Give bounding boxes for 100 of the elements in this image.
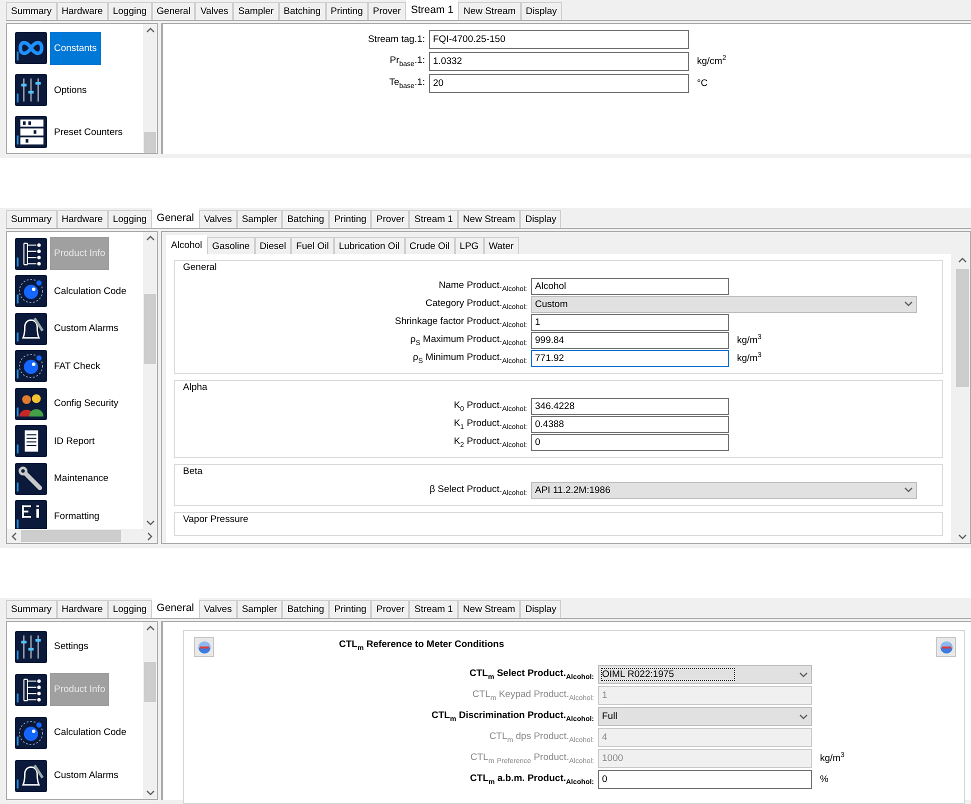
field-label: CTL$_{m}$ Select Product.$_{Alcohol:}$ bbox=[468, 668, 594, 681]
tab[interactable]: Crude Oil bbox=[404, 237, 455, 254]
scroll-thumb[interactable] bbox=[144, 662, 156, 702]
tab[interactable]: Summary bbox=[6, 210, 57, 228]
tab[interactable]: Summary bbox=[6, 2, 57, 20]
tab[interactable]: Gasoline bbox=[207, 237, 255, 254]
sidebar-item[interactable]: Options bbox=[50, 74, 91, 106]
tab[interactable]: Valves bbox=[199, 600, 237, 618]
scroll-up-icon[interactable] bbox=[146, 27, 154, 33]
sidebar-item[interactable]: Config Security bbox=[50, 387, 122, 420]
unit-label: kg/m$^{3}$ bbox=[737, 334, 762, 346]
tab[interactable]: Sampler bbox=[236, 600, 282, 618]
tab[interactable]: Stream 1 bbox=[409, 600, 458, 618]
sidebar-item[interactable]: FAT Check bbox=[50, 350, 104, 383]
tab[interactable]: Valves bbox=[195, 2, 234, 20]
tab[interactable]: Printing bbox=[329, 210, 372, 228]
tab[interactable]: New Stream bbox=[458, 2, 521, 20]
tab[interactable]: Water bbox=[484, 237, 519, 254]
tab[interactable]: Prover bbox=[371, 600, 410, 618]
text-field[interactable]: 346.4228 bbox=[531, 398, 729, 414]
sidebar-item[interactable]: Calculation Code bbox=[50, 716, 130, 749]
scroll-thumb[interactable] bbox=[21, 530, 121, 542]
collapse-button[interactable] bbox=[194, 637, 214, 657]
sidebar-item[interactable]: Settings bbox=[50, 630, 92, 663]
sidebar-item[interactable]: Calculation Code bbox=[50, 274, 130, 308]
scroll-up-icon[interactable] bbox=[958, 257, 967, 263]
tab[interactable]: Fuel Oil bbox=[291, 237, 334, 254]
tab[interactable]: Batching bbox=[282, 600, 330, 618]
bell-icon bbox=[15, 760, 47, 792]
scroll-thumb[interactable] bbox=[144, 294, 156, 364]
tab[interactable]: Display bbox=[520, 600, 562, 618]
sidebar-item[interactable]: ID Report bbox=[50, 424, 99, 458]
tab[interactable]: Batching bbox=[282, 210, 330, 228]
tab[interactable]: Hardware bbox=[56, 600, 108, 618]
text-field[interactable]: 0.4388 bbox=[531, 416, 729, 432]
tab[interactable]: Stream 1 bbox=[409, 210, 458, 228]
sidebar-item[interactable]: Maintenance bbox=[50, 462, 112, 496]
scrollbar[interactable] bbox=[143, 24, 157, 153]
text-field[interactable]: 999.84 bbox=[531, 332, 729, 348]
tab[interactable]: Printing bbox=[329, 600, 372, 618]
text-field[interactable]: 0 bbox=[531, 434, 729, 450]
text-field[interactable]: 1.0332 bbox=[429, 52, 689, 70]
tab[interactable]: New Stream bbox=[458, 600, 520, 618]
text-field[interactable]: Alcohol bbox=[531, 278, 729, 294]
tab[interactable]: Logging bbox=[108, 210, 152, 228]
tab[interactable]: Display bbox=[520, 210, 562, 228]
sidebar-item[interactable]: Custom Alarms bbox=[50, 312, 122, 346]
scrollbar[interactable] bbox=[143, 622, 157, 799]
field-label: Pr$_{base}$.1: bbox=[388, 54, 425, 68]
dropdown[interactable]: Custom bbox=[531, 296, 917, 312]
tab[interactable]: Summary bbox=[6, 600, 57, 618]
text-field[interactable]: FQI-4700.25-150 bbox=[429, 30, 689, 48]
dropdown[interactable]: Full bbox=[598, 707, 812, 726]
scroll-down-icon[interactable] bbox=[146, 520, 154, 526]
chevron-icon bbox=[904, 487, 913, 493]
tab[interactable]: Printing bbox=[326, 2, 368, 20]
tab[interactable]: Valves bbox=[199, 210, 237, 228]
scroll-down-icon[interactable] bbox=[146, 790, 154, 796]
scroll-up-icon[interactable] bbox=[146, 235, 154, 241]
dropdown[interactable]: OIML R022:1975 bbox=[598, 665, 812, 684]
tab[interactable]: Display bbox=[520, 2, 562, 20]
sidebar-item[interactable]: Constants bbox=[50, 32, 101, 64]
text-field[interactable]: 1 bbox=[531, 314, 729, 330]
tab[interactable]: Sampler bbox=[236, 210, 282, 228]
scrollbar[interactable] bbox=[7, 529, 157, 543]
tab[interactable]: Alcohol bbox=[166, 235, 208, 254]
tab[interactable]: Diesel bbox=[254, 237, 292, 254]
tab[interactable]: Prover bbox=[371, 210, 410, 228]
sidebar-item[interactable]: Custom Alarms bbox=[50, 759, 122, 792]
tab[interactable]: General bbox=[152, 597, 200, 618]
scrollbar[interactable] bbox=[143, 232, 157, 529]
tab[interactable]: Logging bbox=[108, 2, 152, 20]
collapse-button[interactable] bbox=[936, 637, 956, 657]
tab[interactable]: General bbox=[152, 207, 200, 228]
tab[interactable]: LPG bbox=[454, 237, 484, 254]
sidebar-item[interactable]: Preset Counters bbox=[50, 116, 127, 148]
tab[interactable]: Logging bbox=[108, 600, 152, 618]
group-title: Alpha bbox=[182, 382, 208, 393]
tree-icon bbox=[15, 674, 47, 706]
scroll-right-icon[interactable] bbox=[147, 532, 153, 540]
tab[interactable]: Batching bbox=[278, 2, 326, 20]
scroll-down-icon[interactable] bbox=[958, 534, 967, 540]
tab[interactable]: Hardware bbox=[56, 210, 108, 228]
tab[interactable]: Prover bbox=[368, 2, 406, 20]
tab[interactable]: Hardware bbox=[56, 2, 108, 20]
tab[interactable]: Lubrication Oil bbox=[334, 237, 405, 254]
format-icon bbox=[15, 500, 47, 529]
scroll-thumb[interactable] bbox=[956, 269, 969, 387]
text-field[interactable]: 20 bbox=[429, 74, 689, 92]
scroll-thumb[interactable] bbox=[144, 132, 156, 153]
tab[interactable]: Stream 1 bbox=[406, 0, 458, 20]
scroll-up-icon[interactable] bbox=[146, 625, 154, 631]
dropdown[interactable]: API 11.2.2M:1986 bbox=[531, 482, 917, 498]
scroll-left-icon[interactable] bbox=[11, 532, 17, 540]
sidebar-item[interactable]: Formatting bbox=[50, 500, 104, 529]
tab[interactable]: General bbox=[152, 2, 196, 20]
tab[interactable]: New Stream bbox=[458, 210, 520, 228]
tab[interactable]: Sampler bbox=[233, 2, 279, 20]
text-field[interactable]: 0 bbox=[598, 770, 812, 789]
text-field[interactable]: 771.92 bbox=[531, 350, 729, 366]
